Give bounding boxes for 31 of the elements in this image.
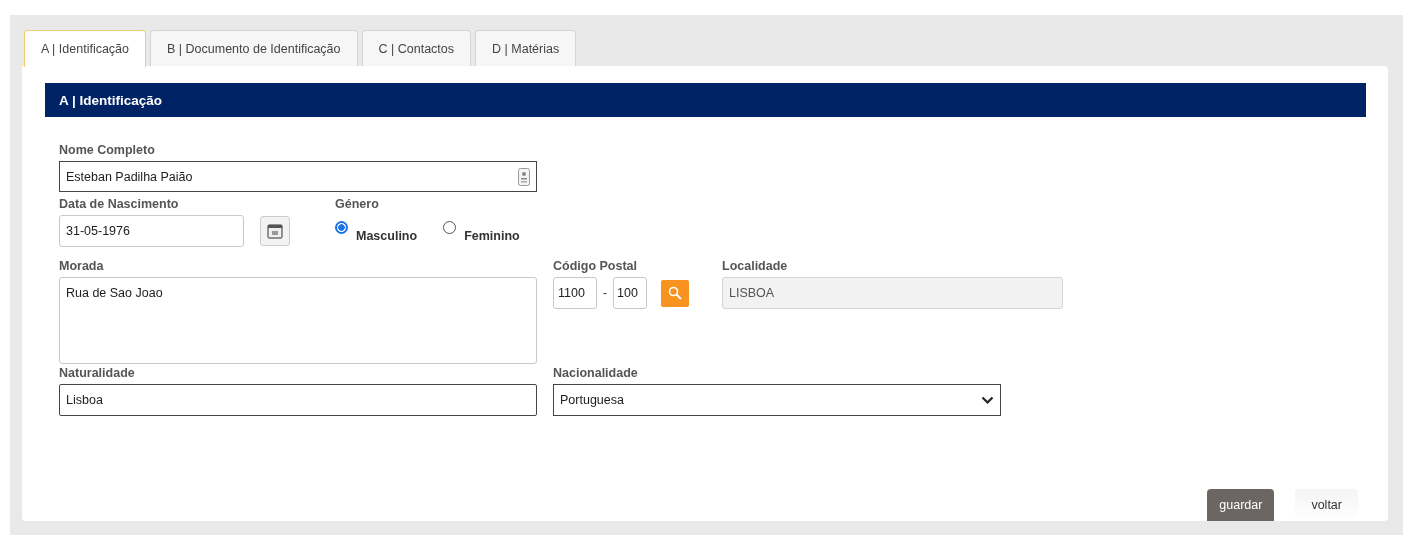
save-button[interactable]: guardar — [1207, 489, 1275, 521]
radio-label: Feminino — [464, 228, 520, 243]
tab[interactable]: D | Matérias — [475, 30, 577, 66]
search-icon — [668, 286, 682, 300]
contact-card-icon — [518, 167, 530, 186]
field-label: Nome Completo — [59, 143, 156, 159]
calendar-icon — [267, 223, 283, 239]
radio-label: Masculino — [356, 228, 418, 243]
field-label: Género — [335, 197, 380, 213]
chevron-down-icon — [981, 395, 994, 405]
date-field[interactable]: 31-05-1976 — [59, 215, 244, 247]
section-header: A | Identificação — [45, 83, 1366, 117]
birthplace-field[interactable]: Lisboa — [59, 384, 537, 416]
tab[interactable]: A | Identificação — [24, 30, 147, 67]
calendar-button[interactable] — [260, 216, 290, 246]
locality-field: LISBOA — [722, 277, 1063, 309]
tab[interactable]: B | Documento de Identificação — [150, 30, 358, 66]
address-field[interactable]: Rua de Sao Joao — [59, 277, 537, 364]
nationality-select[interactable]: Portuguesa — [553, 384, 1001, 416]
postal-code-separator: - — [603, 286, 607, 300]
field-label: Naturalidade — [59, 366, 136, 382]
tab[interactable]: C | Contactos — [361, 30, 472, 66]
field-label: Nacionalidade — [553, 366, 639, 382]
field-label: Data de Nascimento — [59, 197, 180, 213]
postal-code-field[interactable]: 100 — [613, 277, 647, 309]
name-field[interactable]: Esteban Padilha Paião — [59, 161, 537, 192]
postal-code-field[interactable]: 1100 — [553, 277, 597, 309]
field-label: Código Postal — [553, 259, 639, 275]
radio-button[interactable] — [335, 220, 348, 234]
field-label: Localidade — [722, 259, 789, 275]
field-label: Morada — [59, 259, 105, 275]
